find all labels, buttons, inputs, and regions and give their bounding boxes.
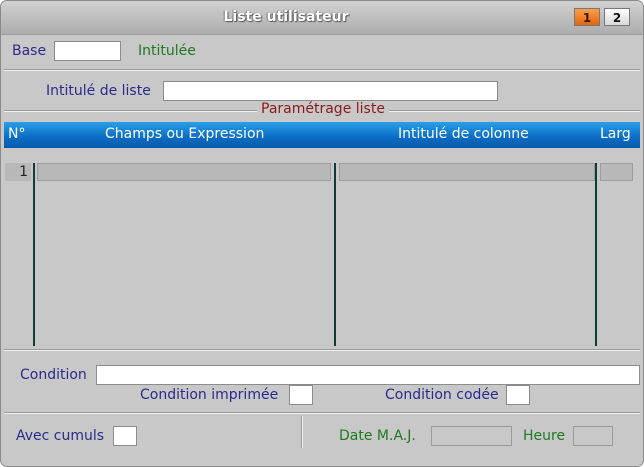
window: Liste utilisateur 1 2 Base Intitulée Int… [0, 0, 644, 467]
divider [4, 69, 640, 71]
column-divider [595, 163, 597, 346]
grid-header: N° Champs ou Expression Intitulé de colo… [4, 122, 640, 148]
update-date-label: Date M.A.J. [339, 428, 416, 444]
cell-width[interactable] [600, 163, 633, 181]
page-tab-1[interactable]: 1 [574, 8, 600, 26]
condition-label: Condition [20, 367, 87, 383]
base-input[interactable] [54, 41, 121, 61]
column-divider [334, 163, 336, 346]
column-header-field[interactable]: Champs ou Expression [105, 126, 264, 142]
window-title: Liste utilisateur [223, 9, 349, 25]
condition-coded-label: Condition codée [385, 387, 499, 403]
divider [4, 349, 640, 351]
title-bar[interactable]: Liste utilisateur 1 2 [1, 1, 643, 35]
settings-grid: 1 [4, 148, 640, 346]
row-number: 1 [5, 163, 31, 181]
cell-field[interactable] [37, 163, 331, 181]
base-label: Base [12, 43, 47, 59]
column-header-num[interactable]: N° [8, 126, 25, 142]
condition-printed-checkbox[interactable] [289, 385, 313, 405]
list-title-label: Intitulé de liste [46, 83, 151, 99]
update-time-field [573, 426, 613, 446]
cell-column-title[interactable] [339, 163, 595, 181]
cumuls-checkbox[interactable] [113, 426, 137, 446]
divider [4, 412, 640, 414]
condition-input[interactable] [96, 365, 640, 385]
cumuls-label: Avec cumuls [16, 428, 105, 444]
update-date-field [431, 426, 512, 446]
page-tab-2[interactable]: 2 [604, 8, 630, 26]
update-time-label: Heure [523, 428, 566, 444]
intitulee-label: Intitulée [138, 43, 196, 59]
column-header-column-title[interactable]: Intitulé de colonne [398, 126, 529, 142]
settings-legend: Paramétrage liste [257, 101, 389, 117]
column-divider [33, 163, 35, 346]
condition-printed-label: Condition imprimée [140, 387, 279, 403]
column-header-width[interactable]: Larg [600, 126, 631, 142]
condition-coded-checkbox[interactable] [506, 385, 530, 405]
footer-divider [301, 416, 303, 448]
list-title-input[interactable] [163, 81, 498, 101]
